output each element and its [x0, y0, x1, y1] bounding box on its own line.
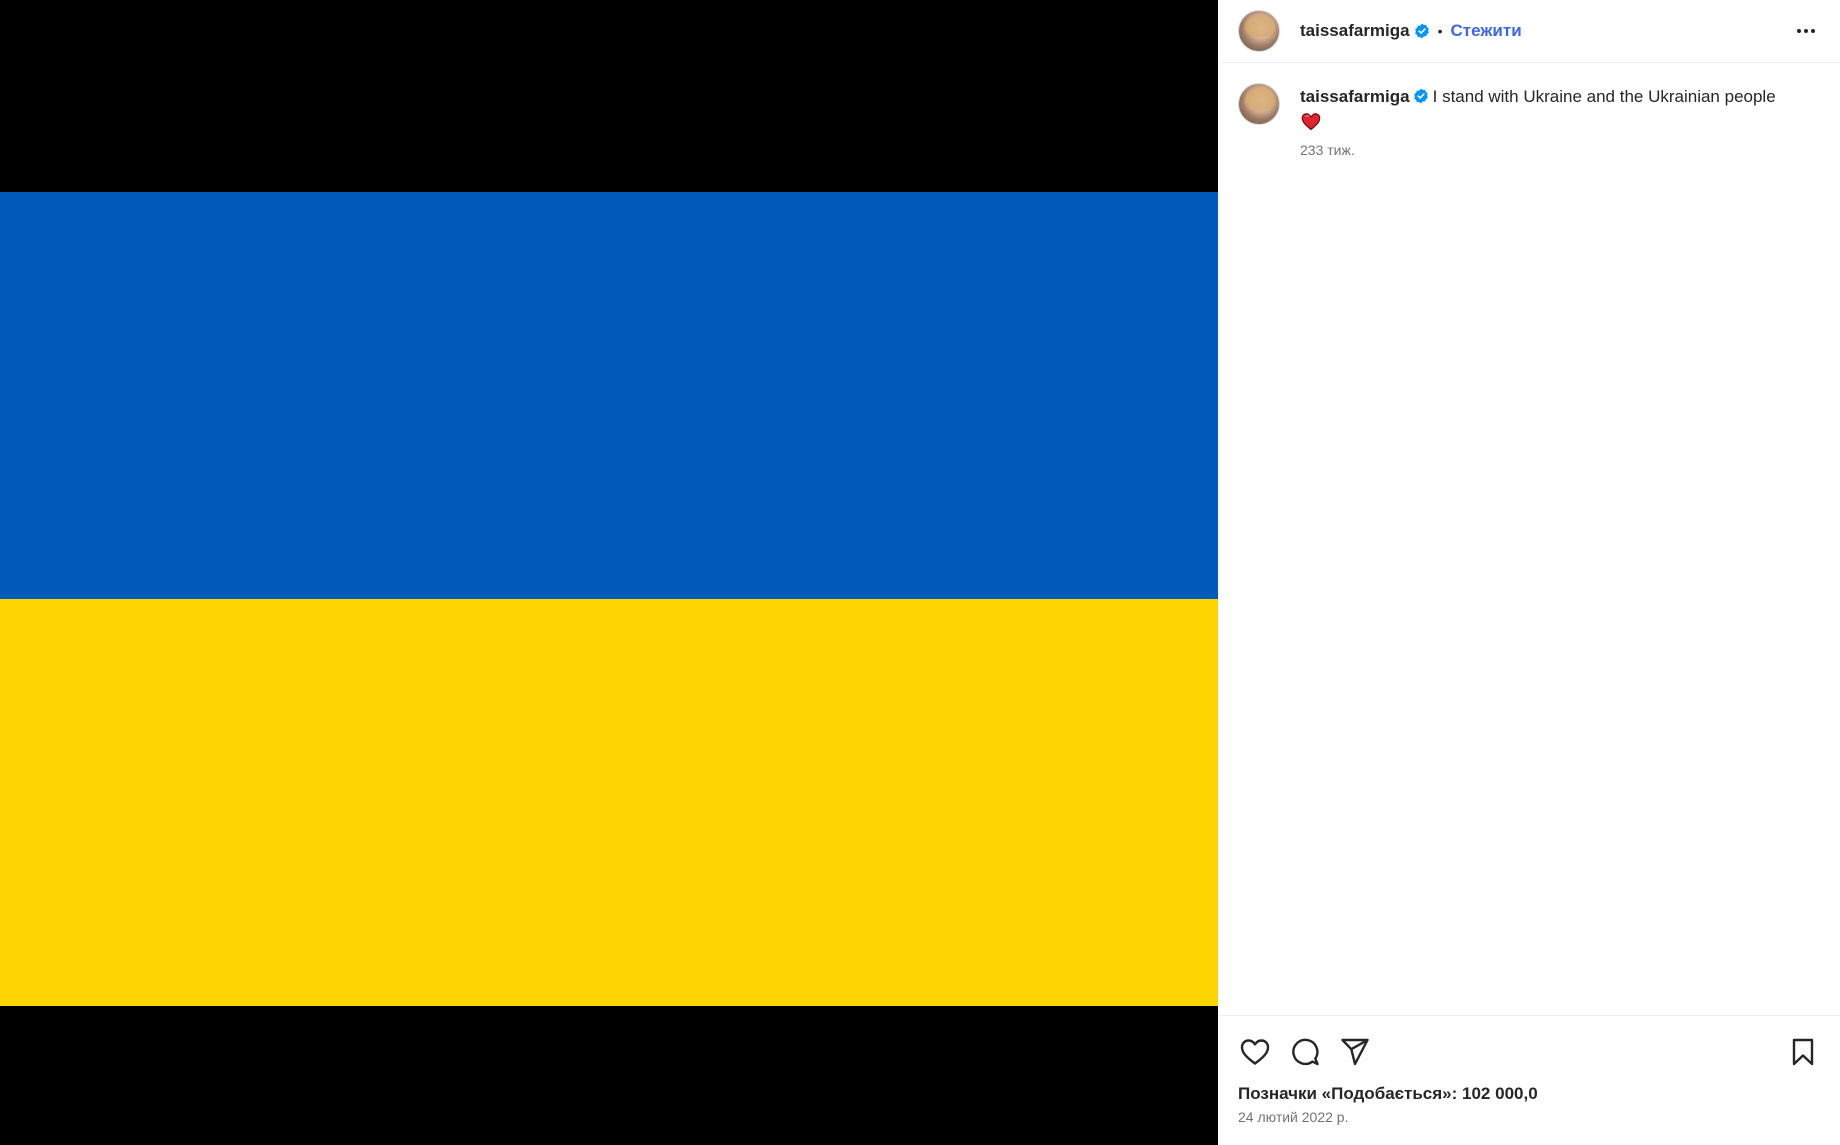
comments-section: taissafarmiga I stand with Ukraine and t…	[1218, 63, 1840, 1015]
post-header: taissafarmiga • Стежити	[1218, 0, 1840, 63]
bookmark-icon[interactable]	[1786, 1035, 1820, 1069]
author-username[interactable]: taissafarmiga	[1300, 21, 1410, 41]
caption-avatar[interactable]	[1238, 83, 1280, 125]
caption-text-block: taissafarmiga I stand with Ukraine and t…	[1300, 85, 1800, 132]
post-media[interactable]	[0, 0, 1218, 1145]
post-actions-area: Позначки «Подобається»: 102 000,0 24 лют…	[1218, 1015, 1840, 1145]
more-options-icon[interactable]	[1792, 17, 1820, 45]
share-icon[interactable]	[1338, 1035, 1372, 1069]
heart-icon[interactable]	[1238, 1035, 1272, 1069]
caption-body: taissafarmiga I stand with Ukraine and t…	[1300, 83, 1800, 158]
header-separator: •	[1437, 23, 1443, 39]
verified-badge-icon	[1414, 23, 1430, 39]
ukraine-flag-image	[0, 192, 1218, 1006]
author-avatar[interactable]	[1238, 10, 1280, 52]
heart-emoji-icon	[1300, 110, 1322, 132]
caption: taissafarmiga I stand with Ukraine and t…	[1238, 83, 1820, 158]
follow-button[interactable]: Стежити	[1451, 21, 1522, 41]
flag-yellow-stripe	[0, 599, 1218, 1006]
flag-blue-stripe	[0, 192, 1218, 599]
caption-username[interactable]: taissafarmiga	[1300, 87, 1410, 106]
post-side-panel: taissafarmiga • Стежити taissafarmiga I …	[1218, 0, 1840, 1145]
caption-timestamp[interactable]: 233 тиж.	[1300, 142, 1800, 158]
post-dialog: taissafarmiga • Стежити taissafarmiga I …	[0, 0, 1840, 1145]
caption-text: I stand with Ukraine and the Ukrainian p…	[1432, 87, 1776, 106]
action-bar	[1238, 1028, 1820, 1076]
verified-badge-icon	[1413, 87, 1429, 104]
likes-count[interactable]: Позначки «Подобається»: 102 000,0	[1238, 1084, 1820, 1104]
comment-icon[interactable]	[1288, 1035, 1322, 1069]
post-date[interactable]: 24 лютий 2022 р.	[1238, 1109, 1820, 1125]
